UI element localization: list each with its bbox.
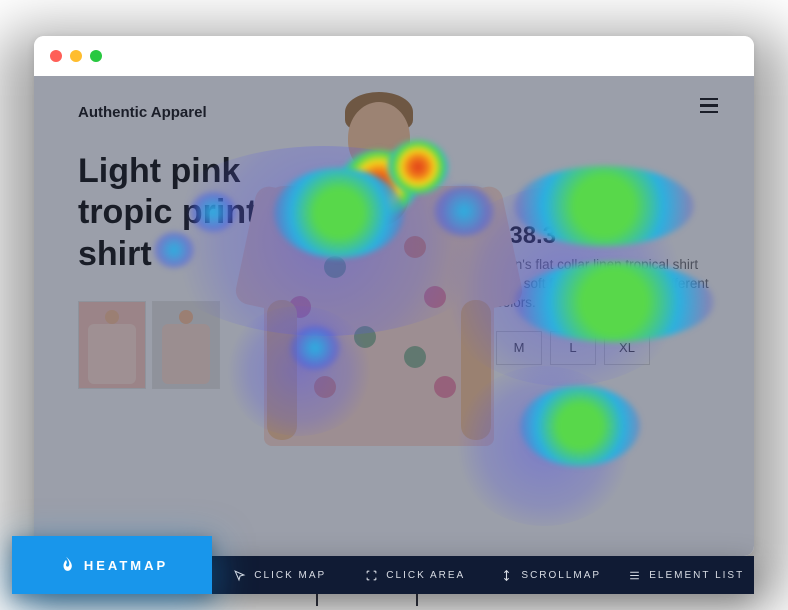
minimize-window-button[interactable]	[70, 50, 82, 62]
hamburger-line	[700, 111, 718, 113]
hamburger-menu-button[interactable]	[700, 98, 718, 113]
product-thumbnail[interactable]	[152, 301, 220, 389]
list-icon	[628, 569, 641, 582]
tab-clickarea[interactable]: CLICK AREA	[348, 556, 484, 594]
product-price: $38.3	[496, 222, 716, 250]
tab-clickmap-label: CLICK MAP	[254, 570, 326, 581]
product-thumbnail[interactable]	[78, 301, 146, 389]
flame-icon	[56, 555, 76, 575]
browser-window: Authentic Apparel Light pink tropic prin…	[34, 36, 754, 556]
tab-clickarea-label: CLICK AREA	[386, 570, 465, 581]
tab-scrollmap[interactable]: SCROLLMAP	[483, 556, 619, 594]
tab-clickmap[interactable]: CLICK MAP	[212, 556, 348, 594]
size-option-xl[interactable]: XL	[604, 331, 650, 365]
maximize-window-button[interactable]	[90, 50, 102, 62]
window-traffic-lights	[34, 36, 754, 76]
cursor-icon	[233, 569, 246, 582]
tab-elementlist[interactable]: ELEMENT LIST	[619, 556, 755, 594]
size-selector: M L XL	[496, 331, 716, 365]
close-window-button[interactable]	[50, 50, 62, 62]
selection-icon	[365, 569, 378, 582]
tab-heatmap[interactable]: HEATMAP	[12, 536, 212, 594]
tab-heatmap-label: HEATMAP	[84, 558, 168, 573]
tab-elementlist-label: ELEMENT LIST	[649, 570, 744, 581]
product-description: Men's flat collar linen tropical shirt w…	[496, 256, 716, 313]
size-option-l[interactable]: L	[550, 331, 596, 365]
tab-scrollmap-label: SCROLLMAP	[521, 570, 601, 581]
site-viewport: Authentic Apparel Light pink tropic prin…	[34, 76, 754, 556]
hamburger-line	[700, 104, 718, 106]
notch-decor	[416, 594, 418, 606]
hamburger-line	[700, 98, 718, 100]
price-block: $38.3 Men's flat collar linen tropical s…	[496, 222, 716, 365]
notch-decor	[316, 594, 318, 606]
product-model-image	[249, 86, 509, 534]
scroll-icon	[500, 569, 513, 582]
